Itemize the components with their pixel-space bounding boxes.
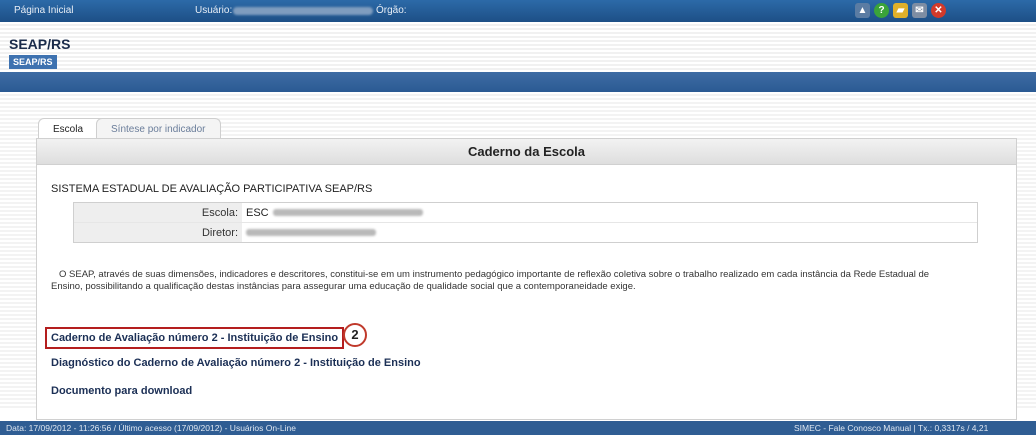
diretor-name-redacted [246,229,376,236]
escola-row: Escola: ESC [74,203,977,222]
top-bar: Página Inicial Usuário: Órgão: ▲ ? ▰ ✉ ✕ [0,0,1036,22]
panel-title: Caderno da Escola [37,139,1016,165]
folder-icon[interactable]: ▰ [893,3,908,18]
app-title: SEAP/RS [9,36,71,52]
home-link[interactable]: Página Inicial [14,5,73,16]
menu-bar [0,72,1036,92]
diagnostico-link[interactable]: Diagnóstico do Caderno de Avaliação núme… [51,357,421,369]
escola-value-text: ESC [246,206,269,219]
close-icon[interactable]: ✕ [931,3,946,18]
top-icons: ▲ ? ▰ ✉ ✕ [855,3,946,18]
user-label: Usuário: [195,5,233,16]
diretor-value [242,229,376,236]
escola-label: Escola: [74,203,242,222]
escola-name-redacted [272,209,423,216]
description-text: O SEAP, através de suas dimensões, indic… [51,269,930,292]
diretor-row: Diretor: [74,222,977,242]
footer-status: Data: 17/09/2012 - 11:26:56 / Último ace… [6,423,296,433]
printer-icon[interactable]: ▲ [855,3,870,18]
status-footer: Data: 17/09/2012 - 11:26:56 / Último ace… [0,421,1036,435]
tab-sintese[interactable]: Síntese por indicador [96,118,221,139]
step-marker: 2 [343,323,367,347]
org-label: Órgão: [376,5,407,16]
mail-icon[interactable]: ✉ [912,3,927,18]
caderno-avaliacao-link[interactable]: Caderno de Avaliação número 2 - Institui… [45,327,345,349]
school-info-box: Escola: ESC Diretor: [73,202,978,243]
system-heading: SISTEMA ESTADUAL DE AVALIAÇÃO PARTICIPAT… [51,183,373,195]
diretor-label: Diretor: [74,223,242,242]
download-link[interactable]: Documento para download [51,385,192,397]
app-subtitle-badge: SEAP/RS [9,55,57,69]
user-name-redacted [233,7,373,15]
help-icon[interactable]: ? [874,3,889,18]
app-header: SEAP/RS SEAP/RS [0,22,1036,72]
footer-links[interactable]: SIMEC - Fale Conosco Manual | Tx.: 0,331… [794,421,988,435]
escola-value: ESC [242,207,423,219]
caderno-panel: Caderno da Escola SISTEMA ESTADUAL DE AV… [36,138,1017,420]
